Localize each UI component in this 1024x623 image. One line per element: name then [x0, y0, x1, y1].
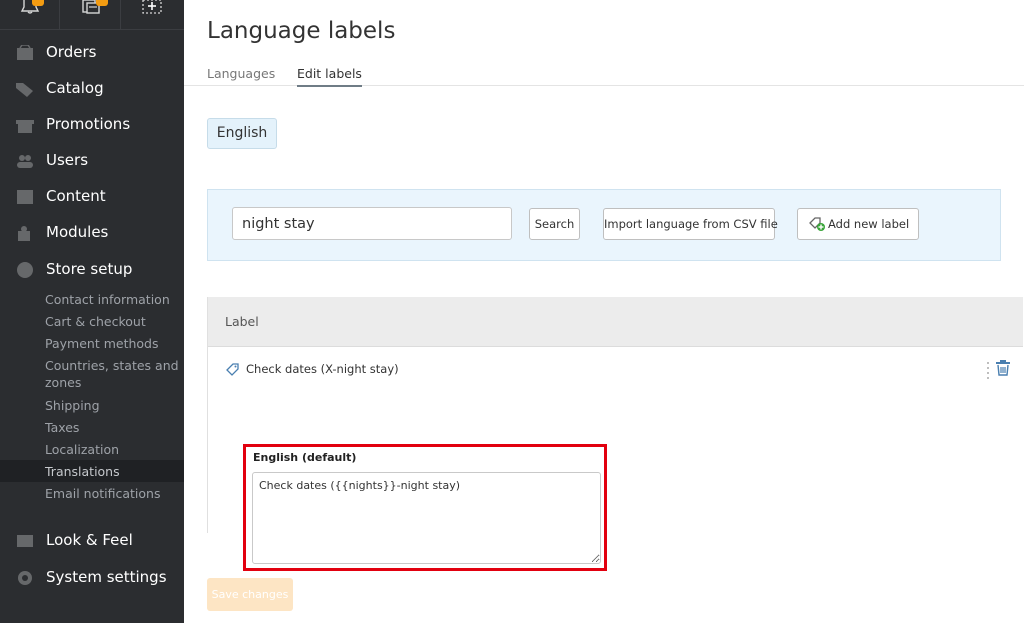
- sidebar-sub-label: Localization: [45, 442, 120, 457]
- sidebar-item-content[interactable]: Content: [0, 179, 184, 215]
- language-selector[interactable]: English: [207, 118, 277, 149]
- sidebar-item-label: Orders: [46, 43, 97, 61]
- gift-icon: [16, 120, 34, 133]
- sidebar-item-look-feel[interactable]: Look & Feel: [0, 523, 184, 559]
- tab-edit-labels[interactable]: Edit labels: [297, 66, 362, 87]
- info-icon: [17, 262, 33, 278]
- add-tag-icon: [809, 217, 825, 231]
- main-content: Language labels Languages Edit labels En…: [184, 0, 1024, 623]
- highlighted-translation-field: English (default) Check dates ({{nights}…: [243, 444, 607, 571]
- sidebar-sub-email-notifications[interactable]: Email notifications: [0, 482, 184, 504]
- sidebar-item-store-setup[interactable]: Store setup: [0, 252, 184, 288]
- sidebar-item-catalog[interactable]: Catalog: [0, 71, 184, 107]
- content-icon: [17, 190, 33, 204]
- language-field-label: English (default): [253, 451, 357, 464]
- sidebar-sub-label: Taxes: [45, 420, 80, 435]
- sidebar-sub-label: Email notifications: [45, 486, 161, 501]
- search-input[interactable]: [232, 207, 512, 240]
- sidebar-sub-label: Translations: [45, 464, 120, 479]
- save-changes-button[interactable]: Save changes: [207, 578, 293, 611]
- sidebar-item-label: Look & Feel: [46, 531, 133, 549]
- label-name: Check dates (X-night stay): [246, 362, 399, 376]
- search-button[interactable]: Search: [529, 208, 580, 240]
- sidebar-item-label: Promotions: [46, 115, 131, 133]
- orders-icon: [17, 45, 33, 60]
- notification-badge: [32, 0, 44, 6]
- sidebar-item-label: Store setup: [46, 260, 133, 278]
- sidebar-item-label: Users: [46, 151, 89, 169]
- gear-icon: [18, 571, 32, 585]
- add-new-label-text: Add new label: [828, 217, 910, 231]
- sidebar-item-label: System settings: [46, 568, 167, 586]
- documents-badge: [96, 0, 108, 6]
- add-new-label-button[interactable]: Add new label: [797, 208, 919, 240]
- sidebar-item-promotions[interactable]: Promotions: [0, 107, 184, 143]
- search-panel: Search Import language from CSV file Add…: [207, 189, 1001, 261]
- sidebar-top-icons: [0, 0, 184, 30]
- tab-bar: Languages Edit labels: [184, 60, 1024, 87]
- add-icon: [142, 0, 162, 14]
- translation-textarea[interactable]: Check dates ({{nights}}-night stay): [252, 472, 601, 564]
- sidebar-sub-shipping[interactable]: Shipping: [0, 394, 184, 416]
- sidebar-sub-countries-states-zones[interactable]: Countries, states and zones: [0, 354, 184, 394]
- image-icon: [17, 535, 33, 547]
- sidebar-sub-taxes[interactable]: Taxes: [0, 416, 184, 438]
- sidebar-sub-payment-methods[interactable]: Payment methods: [0, 332, 184, 354]
- sidebar-sub-contact-information[interactable]: Contact information: [0, 288, 184, 310]
- sidebar-sub-label: Shipping: [45, 398, 100, 413]
- labels-table: Label Check dates (X-night stay) English…: [207, 297, 1023, 571]
- quick-add-button[interactable]: [122, 0, 182, 30]
- sidebar-sub-label: Payment methods: [45, 336, 159, 351]
- sidebar-item-orders[interactable]: Orders: [0, 35, 184, 71]
- import-csv-button[interactable]: Import language from CSV file: [603, 208, 778, 240]
- page-title: Language labels: [207, 18, 396, 44]
- sidebar-sub-translations[interactable]: Translations: [0, 460, 184, 482]
- drag-handle-icon[interactable]: [986, 360, 990, 380]
- sidebar-sub-localization[interactable]: Localization: [0, 438, 184, 460]
- tag-icon: [226, 363, 239, 376]
- sidebar-item-users[interactable]: Users: [0, 143, 184, 179]
- sidebar-sub-label: Contact information: [45, 292, 170, 307]
- sidebar: Orders Catalog Promotions Users Content …: [0, 0, 184, 623]
- sidebar-sub-label: Countries, states and zones: [45, 358, 179, 390]
- sidebar-item-modules[interactable]: Modules: [0, 215, 184, 251]
- puzzle-icon: [18, 226, 30, 241]
- sidebar-sub-cart-checkout[interactable]: Cart & checkout: [0, 310, 184, 332]
- column-header-label: Label: [225, 314, 259, 329]
- sidebar-item-label: Catalog: [46, 79, 104, 97]
- sidebar-item-system-settings[interactable]: System settings: [0, 560, 184, 596]
- sidebar-sub-label: Cart & checkout: [45, 314, 146, 329]
- table-header: Label: [208, 297, 1023, 347]
- documents-button[interactable]: [61, 0, 121, 30]
- notifications-button[interactable]: [0, 0, 60, 30]
- trash-icon[interactable]: [996, 360, 1010, 376]
- sidebar-item-label: Modules: [46, 223, 109, 241]
- table-row: Check dates (X-night stay) English (defa…: [208, 348, 1023, 571]
- tab-languages[interactable]: Languages: [207, 66, 275, 85]
- tag-icon: [16, 83, 33, 97]
- users-icon: [17, 155, 33, 168]
- sidebar-item-label: Content: [46, 187, 106, 205]
